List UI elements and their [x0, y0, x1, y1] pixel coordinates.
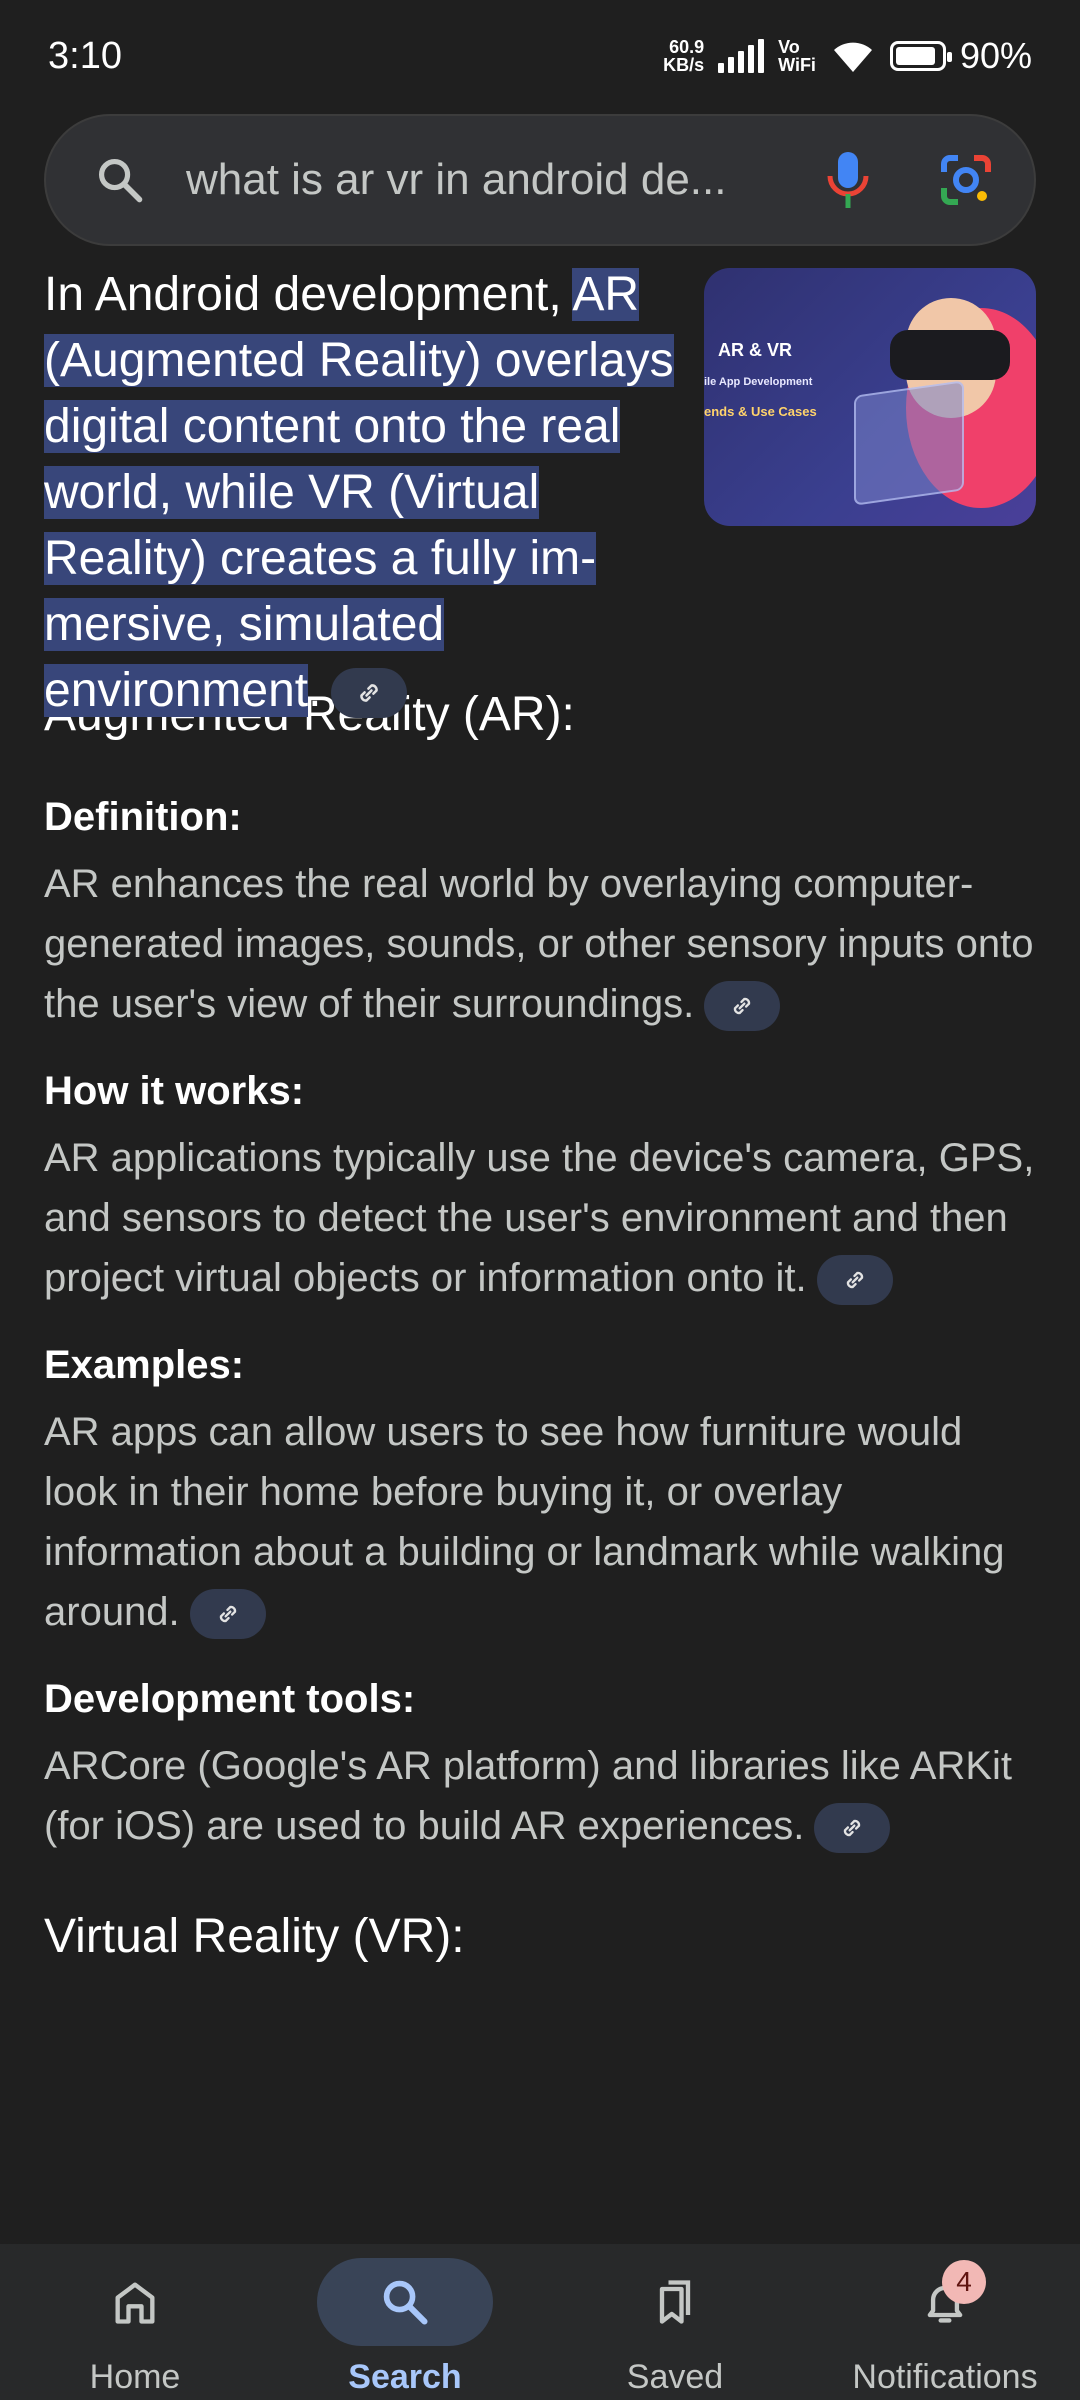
status-bar: 3:10 60.9 KB/s Vo WiFi 90%	[0, 0, 1080, 112]
item-text-body: AR apps can allow users to see how furni…	[44, 1410, 1005, 1634]
image-subtitle: ile App Development	[704, 376, 813, 388]
nav-saved-label: Saved	[626, 2358, 724, 2396]
source-link-chip[interactable]	[331, 668, 408, 719]
search-icon	[98, 158, 143, 203]
ar-item: How it works: AR applications typically …	[44, 1062, 1036, 1308]
status-time: 3:10	[48, 34, 122, 77]
wifi-icon	[833, 42, 872, 72]
link-icon	[846, 1272, 863, 1289]
intro-end: .	[308, 664, 322, 717]
item-heading: Definition:	[44, 795, 242, 839]
vowifi-label: Vo WiFi	[778, 38, 816, 74]
search-bar[interactable]: what is ar vr in android de...	[44, 114, 1036, 246]
source-link-chip[interactable]	[189, 1589, 266, 1640]
ar-item: Examples: AR apps can allow users to see…	[44, 1336, 1036, 1642]
intro-highlight: AR (Augmented Reality) over­lays digital…	[44, 268, 674, 717]
link-icon	[219, 1606, 236, 1623]
nav-search-label: Search	[348, 2358, 462, 2396]
section-heading-vr: Virtual Reality (VR):	[44, 1910, 465, 1963]
network-speed-value: 60.9	[669, 37, 705, 57]
bottom-navigation: Home Search Saved 4 Notifications	[0, 2244, 1080, 2400]
ai-overview-content: In Android development, AR (Augmented Re…	[44, 262, 1036, 2242]
item-heading: Development tools:	[44, 1677, 416, 1721]
source-link-chip[interactable]	[816, 1255, 893, 1306]
battery-percent: 90%	[959, 35, 1032, 76]
vowifi-bottom: WiFi	[778, 55, 816, 75]
item-text-body: AR enhances the real world by overlaying…	[44, 862, 1034, 1026]
vowifi-top: Vo	[778, 37, 800, 57]
intro-plain: In Android development,	[44, 268, 573, 321]
cell-signal-icon	[718, 39, 765, 73]
item-heading: Examples:	[44, 1343, 245, 1387]
status-icons: 60.9 KB/s Vo WiFi 90%	[663, 35, 1032, 77]
item-text: AR enhances the real world by overlaying…	[44, 854, 1036, 1034]
link-icon	[844, 1820, 861, 1837]
notification-badge: 4	[942, 2260, 986, 2304]
image-title: AR & VR	[718, 340, 793, 360]
source-link-chip[interactable]	[704, 981, 781, 1032]
mic-icon[interactable]	[826, 150, 870, 210]
nav-saved[interactable]: Saved	[540, 2244, 810, 2400]
item-heading: How it works:	[44, 1069, 305, 1113]
nav-search[interactable]: Search	[270, 2244, 540, 2400]
intro-text: In Android development, AR (Augmented Re…	[44, 262, 704, 724]
intro-block: In Android development, AR (Augmented Re…	[44, 262, 1036, 719]
battery-icon	[889, 41, 952, 71]
item-text: AR applications typically use the device…	[44, 1128, 1036, 1308]
nav-saved-pill	[587, 2258, 763, 2346]
ar-item: Development tools: ARCore (Google's AR p…	[44, 1670, 1036, 1856]
network-speed: 60.9 KB/s	[663, 38, 704, 74]
nav-notifications[interactable]: 4 Notifications	[810, 2244, 1080, 2400]
nav-home[interactable]: Home	[0, 2244, 270, 2400]
nav-home-pill	[47, 2258, 223, 2346]
google-lens-icon[interactable]	[938, 152, 994, 208]
network-speed-unit: KB/s	[663, 55, 705, 75]
source-link-chip[interactable]	[814, 1803, 891, 1854]
image-subtitle-2: ends & Use Cases	[704, 404, 817, 419]
link-icon	[734, 998, 751, 1015]
nav-search-pill	[317, 2258, 493, 2346]
search-icon	[383, 2280, 428, 2325]
nav-home-label: Home	[89, 2358, 181, 2396]
item-text: AR apps can allow users to see how furni…	[44, 1402, 1036, 1642]
result-thumbnail-image[interactable]: AR & VR ile App Development ends & Use C…	[704, 268, 1036, 526]
bookmarks-icon	[659, 2280, 691, 2324]
search-query[interactable]: what is ar vr in android de...	[186, 155, 796, 205]
item-text: ARCore (Google's AR platform) and librar…	[44, 1736, 1036, 1856]
nav-notifications-label: Notifications	[852, 2358, 1038, 2396]
home-icon	[115, 2282, 155, 2324]
link-icon	[360, 684, 379, 703]
ar-item: Definition: AR enhances the real world b…	[44, 788, 1036, 1034]
